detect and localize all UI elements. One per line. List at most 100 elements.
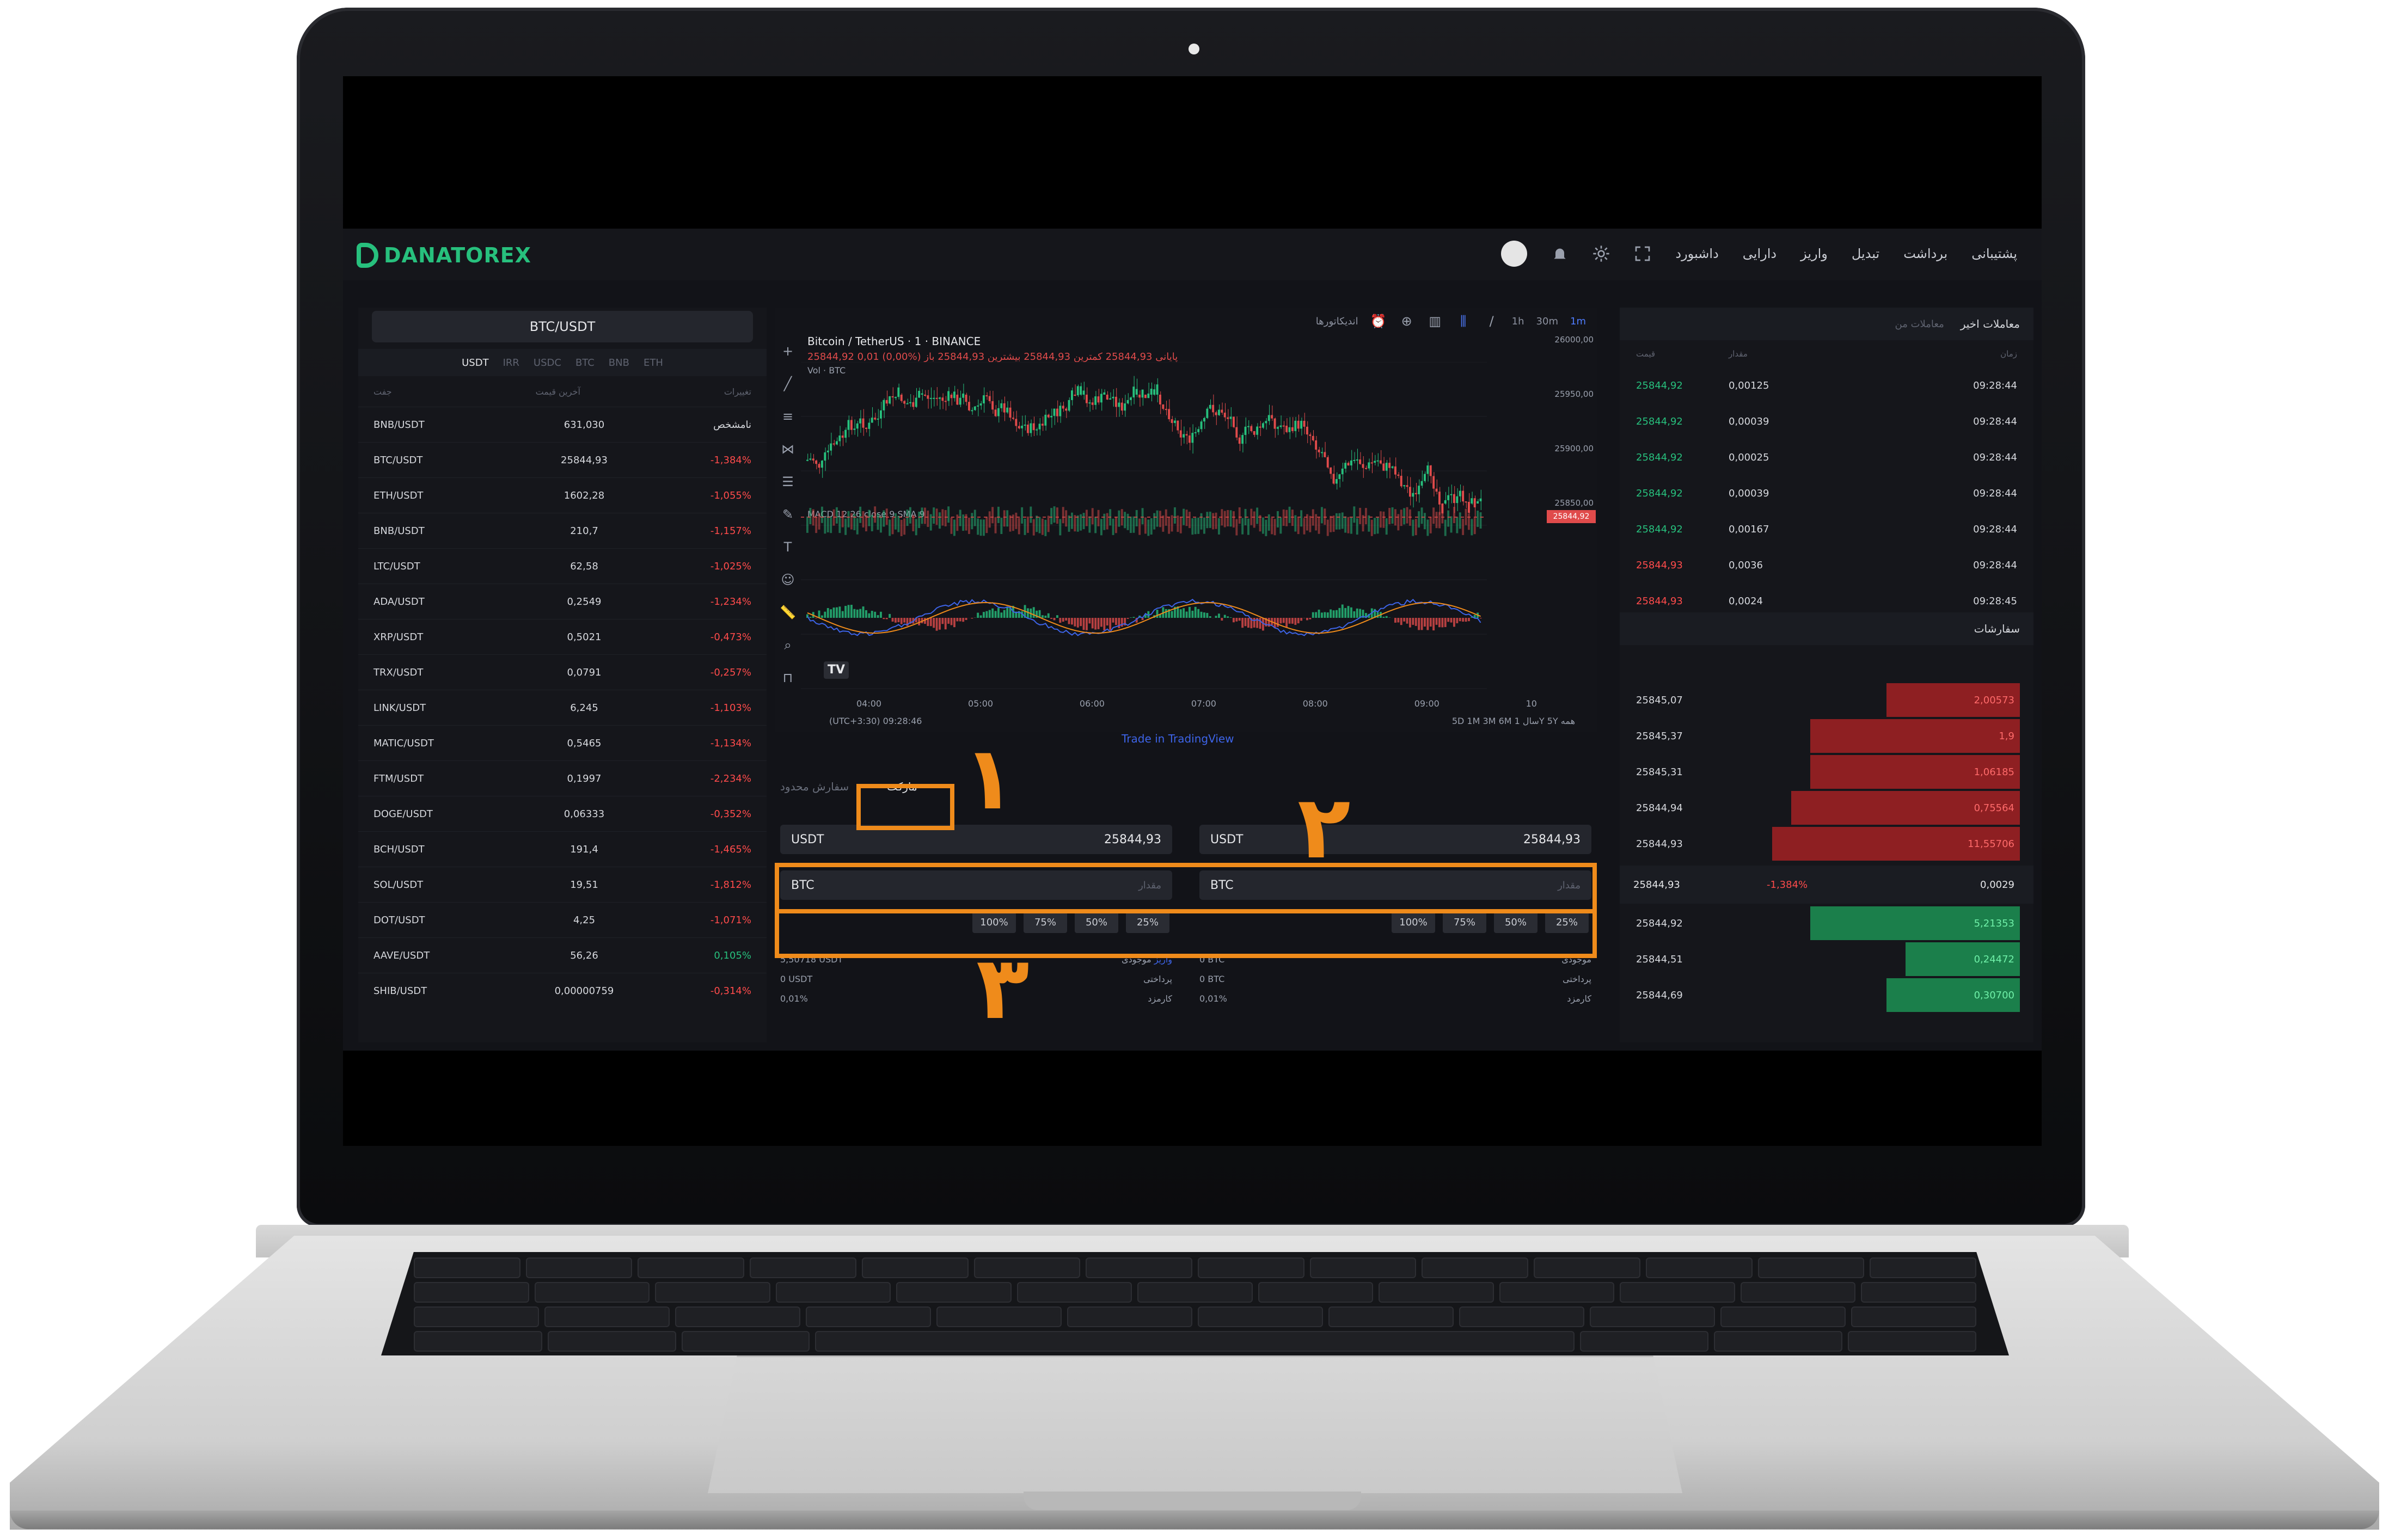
candle-body [1015,419,1018,426]
list-item[interactable]: FTM/USDT 0,1997 -2,234% [358,760,767,796]
list-item[interactable]: XRP/USDT 0,5021 -0,473% [358,619,767,654]
orderbook-row[interactable]: 25844,92 5,21353 [1620,906,2033,940]
tab-usdt[interactable]: USDT [462,357,488,369]
range-selector[interactable]: 5D 1M 3M 6M سال 1Y 5Y همه [1452,716,1575,726]
theme-sun-icon[interactable] [1592,245,1610,262]
main-nav: پشتیبانی برداشت تبدیل واریز دارایی داشبو… [1501,241,2017,267]
nav-convert[interactable]: تبدیل [1852,246,1879,261]
zoom-icon[interactable]: ⌕ [780,637,796,653]
pattern-icon[interactable]: ⋈ [780,441,796,457]
candlestick-plot[interactable] [801,362,1547,694]
trendline-icon[interactable]: ╱ [780,376,796,392]
macd-histogram-bar [841,611,844,618]
list-item[interactable]: LINK/USDT 6,245 -1,103% [358,690,767,725]
list-item[interactable]: ETH/USDT 1602,28 -1,055% [358,477,767,513]
macd-histogram-bar [1044,615,1047,618]
candle-body [1009,407,1012,418]
timeframe-1m[interactable]: 1m [1570,316,1586,327]
avatar[interactable] [1501,241,1528,267]
compare-icon[interactable]: ⊕ [1399,313,1415,329]
list-item[interactable]: BNB/USDT 210,7 -1,157% [358,513,767,548]
orderbook-price: 25844,69 [1636,989,1683,1001]
timeframe-30m[interactable]: 30m [1536,316,1558,327]
tab-bnb[interactable]: BNB [609,357,629,369]
orderbook-row[interactable]: 25845,31 1,06185 [1620,755,2033,789]
horizontal-lines-icon[interactable]: ≡ [780,408,796,425]
chart-indicators-button[interactable]: اندیکاتورها [1316,316,1358,327]
list-item[interactable]: BTC/USDT 25844,93 -1,384% [358,442,767,477]
tab-eth[interactable]: ETH [644,357,663,369]
alert-icon[interactable]: ⏰ [1370,313,1387,329]
nav-dashboard[interactable]: داشبورد [1675,246,1718,261]
macd-histogram-bar [1103,618,1106,630]
list-item[interactable]: LTC/USDT 62,58 -1,025% [358,548,767,584]
list-item[interactable]: DOGE/USDT 0,06333 -0,352% [358,796,767,831]
candle-body [1065,408,1068,411]
line-style-icon[interactable]: ∕ [1484,313,1500,329]
buy-price-field[interactable]: USDT 25844,93 [780,825,1172,854]
brush-icon[interactable]: ✎ [780,506,796,523]
list-item[interactable]: BCH/USDT 191,4 -1,465% [358,831,767,867]
orderbook-row[interactable]: 25844,93 11,55706 [1620,827,2033,861]
orderbook-row[interactable]: 25845,07 2,00573 [1620,683,2033,717]
tab-my-trades[interactable]: معاملات من [1895,318,1944,330]
candle-body [924,395,926,396]
timeframe-1h[interactable]: 1h [1512,316,1524,327]
candle-style-icon[interactable]: ⫼ [1455,313,1472,329]
tab-usdc[interactable]: USDC [534,357,561,369]
tab-btc[interactable]: BTC [575,357,595,369]
list-item[interactable]: MATIC/USDT 0,5465 -1,134% [358,725,767,760]
orderbook-row[interactable]: 25844,94 0,75564 [1620,791,2033,825]
candle-body [965,395,967,402]
tab-irr[interactable]: IRR [503,357,519,369]
volume-bar [1414,519,1417,536]
candle-body [1424,474,1426,481]
orderbook-row[interactable]: 25844,51 0,24472 [1620,942,2033,976]
fib-icon[interactable]: ☰ [780,474,796,490]
text-icon[interactable]: T [780,539,796,555]
magnet-icon[interactable]: ⊓ [780,670,796,686]
nav-withdraw[interactable]: برداشت [1903,246,1947,261]
market-list-panel: BTC/USDT USDT IRR USDC BTC BNB ETH جفت آ… [358,308,767,1042]
candle-body [1277,427,1279,429]
tab-recent-trades[interactable]: معاملات اخیر [1961,317,2020,330]
tradingview-link[interactable]: Trade in TradingView [1122,732,1234,745]
macd-histogram-bar [1053,618,1056,621]
sell-price-field[interactable]: USDT 25844,93 [1199,825,1591,854]
candle-body [983,395,985,404]
nav-deposit[interactable]: واریز [1800,246,1828,261]
pair-select-button[interactable]: BTC/USDT [372,311,753,342]
list-item[interactable]: BNB/USDT 631,030 نامشخص [358,407,767,442]
macd-histogram-bar [1109,618,1112,630]
volume-bar [1153,513,1156,530]
candle-body [959,397,961,405]
emoji-icon[interactable]: ☺ [780,572,796,588]
list-item[interactable]: ADA/USDT 0,2549 -1,234% [358,584,767,619]
orderbook-row[interactable]: 25845,37 1,9 [1620,719,2033,753]
nav-assets[interactable]: دارایی [1743,246,1777,261]
candle-body [1330,467,1332,474]
macd-histogram-bar [883,618,885,619]
crosshair-icon[interactable]: + [780,343,796,359]
fullscreen-icon[interactable] [1634,245,1651,262]
macd-histogram-bar [903,618,906,623]
volume-bar [1285,510,1288,526]
bar-style-icon[interactable]: ▥ [1427,313,1443,329]
ruler-icon[interactable]: 📏 [780,604,796,621]
orderbook-row[interactable]: 25844,69 0,30700 [1620,978,2033,1012]
list-item[interactable]: AAVE/USDT 56,26 0,105% [358,937,767,973]
nav-support[interactable]: پشتیبانی [1971,246,2017,261]
brand-logo[interactable]: DANATOREX [357,243,531,268]
list-item[interactable]: DOT/USDT 4,25 -1,071% [358,902,767,937]
macd-histogram-bar [1453,618,1455,627]
macd-histogram-bar [1324,612,1326,618]
list-item[interactable]: TRX/USDT 0,0791 -0,257% [358,654,767,690]
orderbook-mid: 25844,93 -1,384% 0,0029 [1620,866,2033,904]
trade-price: 25844,92 [1636,379,1683,391]
list-item[interactable]: SOL/USDT 19,51 -1,812% [358,867,767,902]
candle-body [985,395,988,397]
candle-body [1300,421,1303,429]
bell-icon[interactable] [1551,245,1569,262]
tab-limit-order[interactable]: سفارش محدود [780,780,849,793]
list-item[interactable]: SHIB/USDT 0,00000759 -0,314% [358,973,767,1008]
